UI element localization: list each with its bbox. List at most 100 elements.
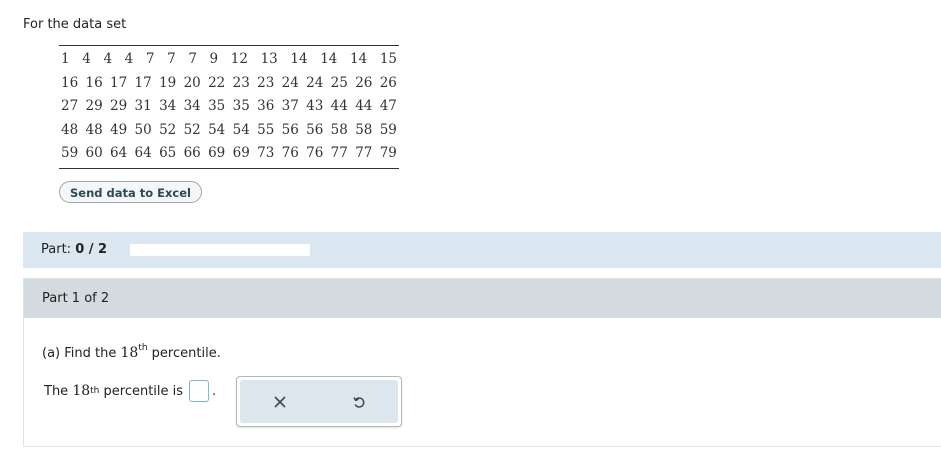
data-cell: 76 <box>281 145 299 161</box>
send-to-excel-button[interactable]: Send data to Excel <box>59 181 202 203</box>
question-prefix: (a) Find the <box>42 346 121 361</box>
data-cell: 60 <box>85 145 103 161</box>
data-cell: 16 <box>61 74 79 91</box>
data-cell: 48 <box>61 121 79 138</box>
data-cell: 35 <box>232 98 250 114</box>
data-cell: 58 <box>330 121 348 138</box>
question-superscript: th <box>138 343 148 353</box>
data-cell: 69 <box>208 145 226 161</box>
data-cell: 77 <box>355 145 373 161</box>
data-row: 27 29 29 31 34 34 35 35 36 37 43 44 44 47 <box>59 95 399 119</box>
question-text: (a) Find the 18th percentile. <box>42 343 221 361</box>
data-cell: 50 <box>134 121 152 138</box>
data-cell: 7 <box>145 51 155 67</box>
data-cell: 65 <box>159 145 177 161</box>
answer-period: . <box>212 383 217 399</box>
data-cell: 12 <box>230 51 248 67</box>
answer-prefix: The <box>44 383 73 399</box>
data-cell: 66 <box>183 145 201 161</box>
data-cell: 77 <box>330 145 348 161</box>
data-cell: 19 <box>159 74 177 91</box>
data-cell: 73 <box>257 145 275 161</box>
data-cell: 59 <box>61 145 79 161</box>
data-cell: 17 <box>134 74 152 91</box>
data-row: 59 60 64 64 65 66 69 69 73 76 76 77 77 79 <box>59 142 399 166</box>
data-row: 1 4 4 4 7 7 7 9 12 13 14 14 14 15 <box>59 48 399 72</box>
data-cell: 69 <box>232 145 250 161</box>
data-cell: 49 <box>110 121 128 138</box>
part-progress-label: Part: 0 / 2 <box>41 242 107 257</box>
data-cell: 55 <box>257 121 275 138</box>
question-number: 18 <box>120 345 139 361</box>
data-cell: 35 <box>208 98 226 114</box>
data-cell: 47 <box>379 98 397 114</box>
answer-number: 18 <box>72 383 91 399</box>
data-table: 1 4 4 4 7 7 7 9 12 13 14 14 14 15 16 16 17 17 19 20 22 23 23 24… <box>59 45 399 169</box>
data-cell: 26 <box>355 74 373 91</box>
data-cell: 1 <box>61 51 70 67</box>
data-cell: 14 <box>350 51 368 67</box>
clear-button[interactable] <box>265 387 295 417</box>
data-cell: 54 <box>232 121 250 138</box>
answer-tool-bar <box>240 380 398 423</box>
data-cell: 7 <box>167 51 176 67</box>
data-cell: 23 <box>257 74 275 91</box>
part-progress-prefix: Part: <box>41 242 76 257</box>
data-cell: 31 <box>134 98 152 114</box>
part-progress-value: 0 / 2 <box>75 242 108 257</box>
data-cell: 13 <box>260 51 278 67</box>
data-cell: 14 <box>320 51 338 67</box>
part-header: Part 1 of 2 <box>24 279 941 318</box>
data-cell: 58 <box>355 121 373 138</box>
data-cell: 36 <box>257 98 275 114</box>
data-cell: 56 <box>281 121 299 138</box>
data-cell: 56 <box>306 121 324 138</box>
data-cell: 4 <box>124 51 134 67</box>
data-cell: 44 <box>355 98 373 114</box>
data-cell: 14 <box>290 51 308 67</box>
progress-track <box>130 244 310 256</box>
data-cell: 16 <box>85 74 103 91</box>
data-cell: 64 <box>110 145 128 161</box>
answer-line: The 18th percentile is . <box>44 380 216 402</box>
answer-suffix: percentile is <box>99 383 184 399</box>
data-cell: 76 <box>306 145 324 161</box>
part-progress-bar: Part: 0 / 2 <box>23 232 941 268</box>
data-cell: 52 <box>183 121 201 138</box>
data-cell: 17 <box>110 74 128 91</box>
data-cell: 43 <box>306 98 324 114</box>
data-row: 48 48 49 50 52 52 54 54 55 56 56 58 58 59 <box>59 119 399 143</box>
data-cell: 54 <box>208 121 226 138</box>
data-cell: 24 <box>306 74 324 91</box>
data-cell: 34 <box>183 98 201 114</box>
part-header-label: Part 1 of 2 <box>42 291 110 306</box>
data-cell: 37 <box>281 98 299 114</box>
data-cell: 27 <box>61 98 79 114</box>
data-cell: 59 <box>379 121 397 138</box>
data-cell: 4 <box>103 51 113 67</box>
data-cell: 25 <box>330 74 348 91</box>
undo-button[interactable] <box>344 387 374 417</box>
question-suffix: percentile. <box>147 346 221 361</box>
data-cell: 26 <box>379 74 397 91</box>
data-cell: 9 <box>209 51 219 67</box>
data-cell: 79 <box>379 145 397 161</box>
data-cell: 48 <box>85 121 103 138</box>
data-cell: 44 <box>330 98 348 114</box>
close-icon <box>273 395 286 408</box>
data-cell: 4 <box>82 51 91 67</box>
data-cell: 34 <box>159 98 177 114</box>
data-cell: 52 <box>159 121 177 138</box>
answer-tool-panel <box>236 376 402 427</box>
data-cell: 22 <box>208 74 226 91</box>
part-panel: Part 1 of 2 (a) Find the 18th percentile… <box>23 278 941 447</box>
answer-input[interactable] <box>189 380 210 402</box>
answer-superscript: th <box>90 386 100 396</box>
data-row: 16 16 17 17 19 20 22 23 23 24 24 25 26 26 <box>59 72 399 96</box>
data-cell: 23 <box>232 74 250 91</box>
undo-icon <box>352 396 364 408</box>
data-cell: 24 <box>281 74 299 91</box>
data-cell: 29 <box>85 98 103 114</box>
data-cell: 64 <box>134 145 152 161</box>
data-cell: 20 <box>183 74 201 91</box>
